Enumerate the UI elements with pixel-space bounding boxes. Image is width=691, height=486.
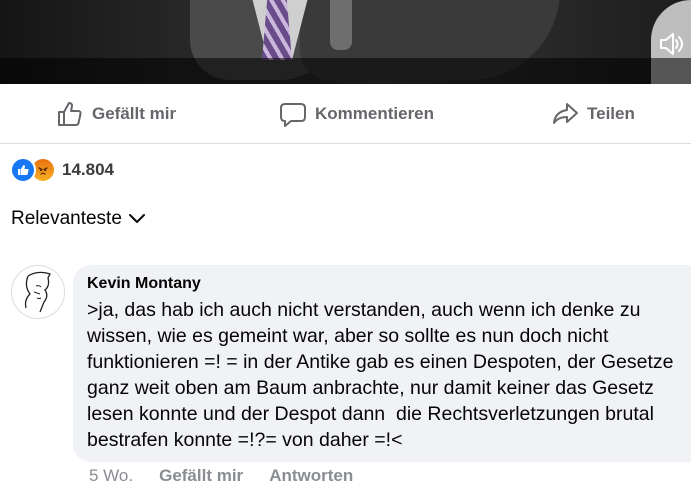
- comment-icon: [280, 103, 306, 127]
- comment-sort-dropdown[interactable]: Relevanteste: [11, 208, 146, 230]
- chevron-down-icon: [128, 214, 145, 223]
- like-icon: [10, 157, 36, 183]
- reactions-summary[interactable]: 14.804: [10, 157, 114, 183]
- comment-reply-link[interactable]: Antworten: [269, 466, 353, 486]
- comment-button[interactable]: Kommentieren: [279, 98, 434, 130]
- sort-label: Relevanteste: [11, 208, 122, 229]
- comment-button-label: Kommentieren: [315, 104, 435, 123]
- video-frame-shape: [262, 0, 292, 60]
- post-action-bar: Gefällt mir Kommentieren Teilen: [0, 84, 691, 144]
- comment-like-link[interactable]: Gefällt mir: [159, 466, 243, 486]
- video-player[interactable]: [0, 0, 691, 84]
- like-button[interactable]: Gefällt mir: [56, 98, 176, 130]
- video-controls-bar: [0, 58, 691, 84]
- thumbs-up-icon: [58, 102, 82, 126]
- comment-meta: 5 Wo. Gefällt mir Antworten: [89, 466, 353, 486]
- share-button-label: Teilen: [587, 104, 635, 123]
- avatar[interactable]: [11, 265, 65, 319]
- comment-bubble: Kevin Montany >ja, das hab ich auch nich…: [73, 265, 691, 462]
- avatar-sketch-icon: [24, 271, 51, 313]
- volume-icon[interactable]: [657, 30, 685, 58]
- comment-author[interactable]: Kevin Montany: [87, 274, 691, 294]
- comment-timestamp[interactable]: 5 Wo.: [89, 466, 133, 486]
- share-button[interactable]: Teilen: [551, 98, 635, 130]
- like-button-label: Gefällt mir: [92, 104, 177, 123]
- comment-text: >ja, das hab ich auch nicht verstanden, …: [87, 299, 679, 451]
- reactions-count: 14.804: [62, 160, 114, 179]
- share-icon: [553, 103, 578, 124]
- video-frame-shape: [330, 0, 352, 50]
